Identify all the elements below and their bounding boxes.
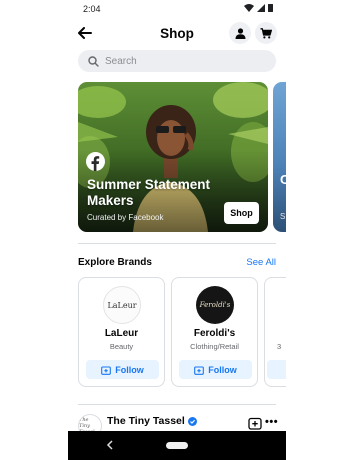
cart-icon <box>260 27 272 38</box>
featured-carousel: Summer Statement Makers Curated by Faceb… <box>78 82 286 232</box>
brand-category: Beauty <box>109 342 134 351</box>
brand-category: Clothing/Retail <box>190 342 239 351</box>
search-input[interactable]: Search <box>78 50 276 72</box>
next-collection-card[interactable]: C S <box>273 82 286 232</box>
follow-store-icon <box>101 365 112 375</box>
shop-button[interactable]: Shop <box>224 202 259 224</box>
wifi-icon <box>244 4 254 14</box>
system-nav-bar <box>68 431 286 460</box>
status-icons <box>244 4 273 14</box>
arrow-left-icon <box>78 27 92 39</box>
chevron-left-icon[interactable] <box>106 439 114 451</box>
status-bar: 2:04 <box>68 0 286 18</box>
back-button[interactable] <box>75 23 95 43</box>
brand-card-ferold[interactable]: Feroldi's Feroldi's Clothing/Retail Foll… <box>171 277 258 387</box>
status-time: 2:04 <box>83 4 101 14</box>
brand-name: LaLeur <box>104 328 139 339</box>
follow-button[interactable]: Follow <box>86 360 159 379</box>
brand-card-partial[interactable]: 3 <box>264 277 286 387</box>
brand-logo: LaLeur <box>103 286 141 324</box>
follow-store-icon <box>194 365 205 375</box>
top-bar: Shop <box>68 20 286 46</box>
phone-screen: 2:04 Shop Search Summer Statement Makers… <box>68 0 286 460</box>
see-all-link[interactable]: See All <box>246 257 276 268</box>
explore-brands-header: Explore Brands See All <box>78 255 276 269</box>
person-icon <box>235 27 245 39</box>
search-placeholder: Search <box>105 55 137 67</box>
collection-curator: Curated by Facebook <box>87 213 164 222</box>
battery-icon <box>268 4 273 14</box>
brand-logo: Feroldi's <box>196 286 234 324</box>
follow-button[interactable]: Follow <box>179 360 252 379</box>
next-collection-sub: S <box>280 212 286 221</box>
featured-collection-card[interactable]: Summer Statement Makers Curated by Faceb… <box>78 82 268 232</box>
divider <box>78 404 276 405</box>
more-options-button[interactable]: ••• <box>265 416 278 428</box>
search-icon <box>87 55 99 67</box>
profile-button[interactable] <box>229 22 251 44</box>
brand-name: Feroldi's <box>193 328 236 339</box>
brand-carousel: LaLeur LaLeur Beauty Follow Feroldi's Fe… <box>78 277 286 387</box>
page-title: Shop <box>160 25 194 41</box>
cart-button[interactable] <box>255 22 277 44</box>
brand-category: 3 <box>277 342 282 351</box>
divider <box>78 243 276 244</box>
follow-button[interactable] <box>267 360 286 379</box>
next-collection-title: C <box>280 172 286 187</box>
collection-title: Summer Statement Makers <box>87 177 211 208</box>
brand-post-header: The Tiny Tassel The Tiny Tassel ••• <box>78 412 278 438</box>
signal-icon <box>257 4 265 14</box>
verified-badge-icon <box>187 416 197 426</box>
facebook-logo-icon <box>86 152 105 171</box>
brand-card-laleur[interactable]: LaLeur LaLeur Beauty Follow <box>78 277 165 387</box>
add-to-shop-icon[interactable] <box>248 416 262 430</box>
post-author[interactable]: The Tiny Tassel <box>107 415 197 427</box>
section-title: Explore Brands <box>78 256 152 268</box>
home-pill[interactable] <box>166 442 188 449</box>
